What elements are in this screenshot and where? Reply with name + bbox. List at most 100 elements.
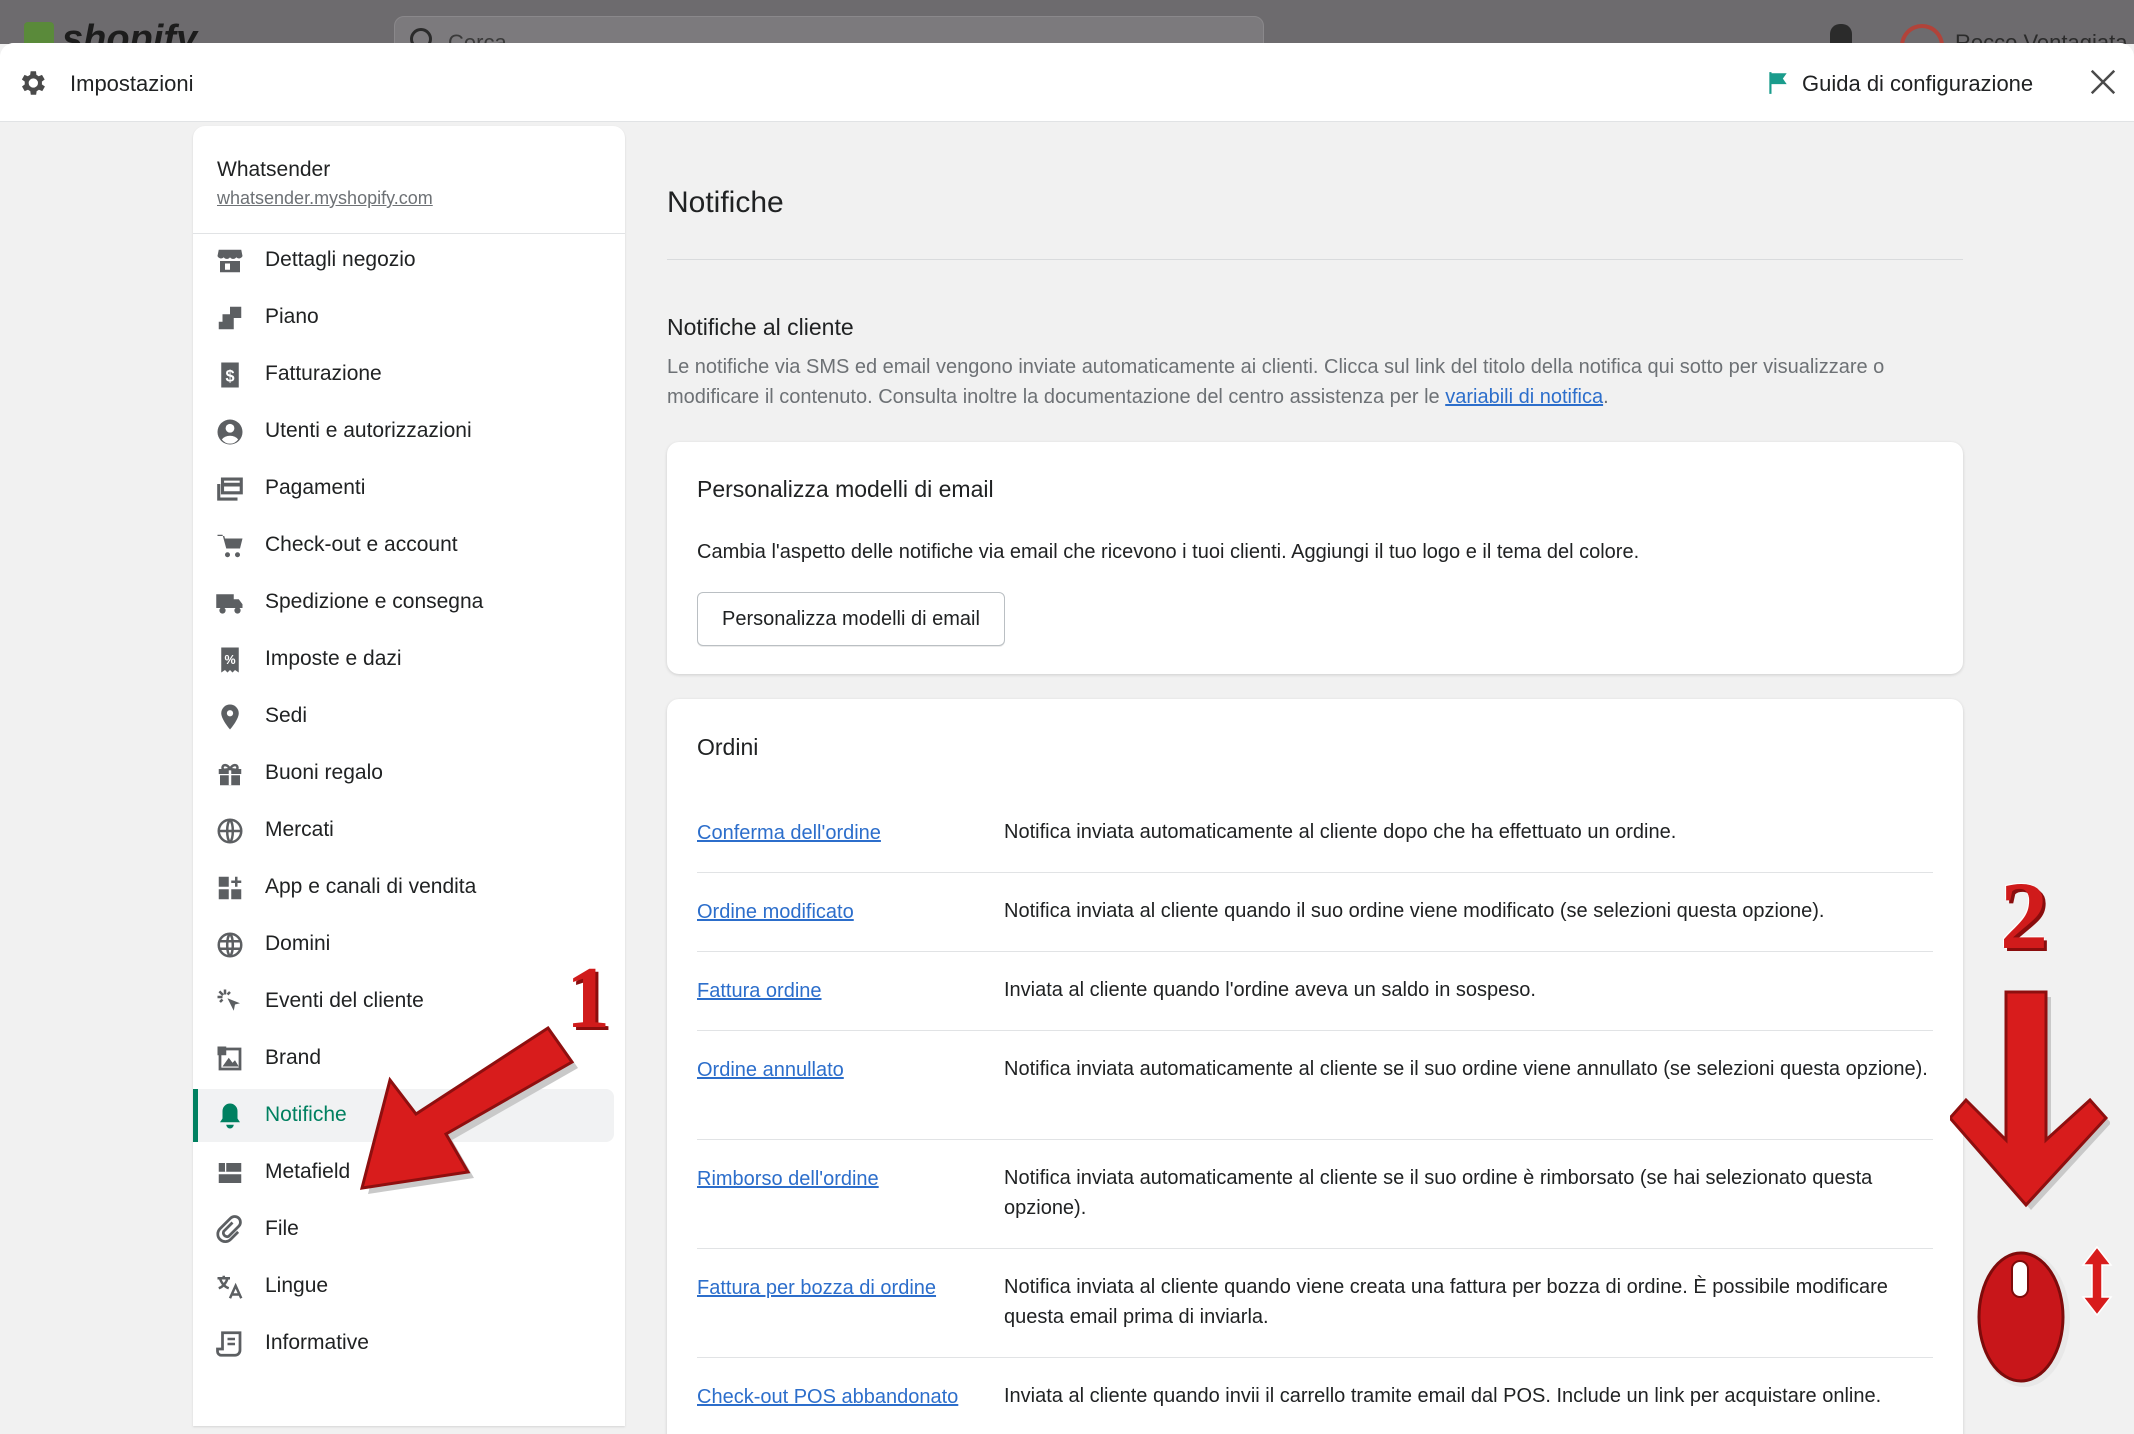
globe-icon	[217, 818, 243, 844]
notification-description: Notifica inviata automaticamente al clie…	[1004, 1167, 1873, 1219]
paperclip-icon	[216, 1215, 242, 1243]
sidebar-item-label: Pagamenti	[265, 476, 366, 499]
list-item: Ordine annullato Notifica inviata automa…	[697, 1031, 1933, 1140]
annotation-step-1: 1	[566, 950, 610, 1047]
sidebar-item-dettagli-negozio[interactable]: Dettagli negozio	[193, 234, 614, 287]
list-item: Ordine modificato Notifica inviata al cl…	[697, 873, 1933, 952]
sidebar-item-checkout[interactable]: Check-out e account	[193, 519, 614, 572]
modal-header: Impostazioni Guida di configurazione	[0, 43, 2134, 122]
sidebar-item-sedi[interactable]: Sedi	[193, 690, 614, 743]
sidebar-item-label: Utenti e autorizzazioni	[265, 419, 472, 442]
sidebar-item-metafield[interactable]: Metafield	[193, 1146, 614, 1199]
sidebar-item-label: Brand	[265, 1046, 322, 1069]
bell-icon	[220, 1103, 240, 1129]
store-url-link[interactable]: whatsender.myshopify.com	[217, 188, 433, 209]
sidebar-item-imposte[interactable]: % Imposte e dazi	[193, 633, 614, 686]
notification-bell-icon[interactable]	[1830, 24, 1852, 44]
notification-link[interactable]: Rimborso dell'ordine	[697, 1168, 879, 1191]
sidebar-item-informative[interactable]: Informative	[193, 1317, 614, 1370]
notification-description: Inviata al cliente quando l'ordine aveva…	[1004, 979, 1536, 1001]
notification-link[interactable]: Fattura per bozza di ordine	[697, 1277, 936, 1300]
user-icon	[217, 419, 243, 445]
sidebar-item-mercati[interactable]: Mercati	[193, 804, 614, 857]
sidebar-item-pagamenti[interactable]: Pagamenti	[193, 462, 614, 515]
sidebar-item-eventi[interactable]: Eventi del cliente	[193, 975, 614, 1028]
sidebar-item-label: Domini	[265, 932, 331, 955]
sidebar-item-fatturazione[interactable]: $ Fatturazione	[193, 348, 614, 401]
notification-link[interactable]: Ordine modificato	[697, 901, 854, 924]
svg-text:$: $	[225, 367, 234, 385]
sidebar-item-label: Sedi	[265, 704, 308, 727]
card-description: Cambia l'aspetto delle notifiche via ema…	[697, 541, 1640, 563]
search-input[interactable]	[394, 16, 1264, 44]
sidebar-item-app[interactable]: App e canali di vendita	[193, 861, 614, 914]
flag-icon	[1769, 72, 1787, 94]
avatar[interactable]	[1900, 24, 1944, 44]
card-title: Personalizza modelli di email	[697, 476, 994, 502]
close-icon[interactable]	[2088, 67, 2118, 97]
notification-description: Inviata al cliente quando invii il carre…	[1004, 1385, 1882, 1407]
notification-description: Notifica inviata automaticamente al clie…	[1004, 1058, 1928, 1080]
notification-variables-link[interactable]: variabili di notifica	[1445, 386, 1603, 408]
policy-icon	[216, 1331, 242, 1357]
notification-link[interactable]: Fattura ordine	[697, 980, 822, 1003]
orders-card: Ordini Conferma dell'ordine Notifica inv…	[667, 699, 1963, 1434]
sidebar-item-lingue[interactable]: Lingue	[193, 1260, 614, 1313]
notification-link[interactable]: Check-out POS abbandonato	[697, 1386, 958, 1409]
language-icon	[217, 1275, 243, 1299]
sidebar-item-label: Fatturazione	[265, 362, 382, 385]
cart-icon	[217, 534, 243, 558]
section-desc-end: .	[1603, 386, 1609, 408]
store-info: Whatsender whatsender.myshopify.com	[193, 126, 625, 234]
gift-icon	[218, 763, 242, 786]
search-icon	[410, 28, 432, 44]
divider	[667, 259, 1963, 260]
sidebar-item-label: Informative	[265, 1331, 369, 1354]
main-content: Notifiche Notifiche al cliente Le notifi…	[667, 126, 1963, 1434]
sidebar-item-brand[interactable]: Brand	[193, 1032, 614, 1085]
setup-guide-link[interactable]: Guida di configurazione	[1802, 71, 2033, 97]
modal-title: Impostazioni	[70, 71, 194, 96]
sidebar-item-spedizione[interactable]: Spedizione e consegna	[193, 576, 614, 629]
sidebar-item-utenti[interactable]: Utenti e autorizzazioni	[193, 405, 614, 458]
user-name[interactable]: Rocco Ventagiata	[1955, 30, 2127, 44]
sidebar-item-label: Eventi del cliente	[265, 989, 424, 1012]
events-icon	[217, 989, 240, 1011]
page-title: Notifiche	[667, 186, 784, 219]
truck-icon	[216, 594, 243, 614]
sidebar-item-label: Spedizione e consegna	[265, 590, 484, 613]
email-templates-card: Personalizza modelli di email Cambia l'a…	[667, 442, 1963, 674]
sidebar-item-domini[interactable]: Domini	[193, 918, 614, 971]
list-item: Fattura ordine Inviata al cliente quando…	[697, 952, 1933, 1031]
billing-icon: $	[221, 362, 239, 388]
sidebar-item-label: Piano	[265, 305, 319, 328]
metafield-icon	[218, 1163, 242, 1183]
notification-description: Notifica inviata al cliente quando il su…	[1004, 900, 1825, 922]
apps-icon	[218, 876, 242, 900]
sidebar-item-piano[interactable]: Piano	[193, 291, 614, 344]
sidebar-item-label: Buoni regalo	[265, 761, 383, 784]
store-name: Whatsender	[217, 158, 331, 181]
notification-description: Notifica inviata automaticamente al clie…	[1004, 821, 1677, 843]
sidebar-item-label: Dettagli negozio	[265, 248, 416, 271]
shopify-topbar: shopify Cerca Rocco Ventagiata	[0, 0, 2134, 44]
sidebar-item-file[interactable]: File	[193, 1203, 614, 1256]
notification-link[interactable]: Conferma dell'ordine	[697, 822, 881, 845]
store-icon	[217, 249, 243, 273]
list-item: Conferma dell'ordine Notifica inviata au…	[697, 794, 1933, 873]
sidebar-item-buoni-regalo[interactable]: Buoni regalo	[193, 747, 614, 800]
plan-icon	[218, 306, 242, 330]
sidebar-item-notifiche[interactable]: Notifiche	[193, 1089, 614, 1142]
payments-icon	[217, 477, 243, 501]
shopify-logo-icon	[24, 22, 54, 44]
list-item: Check-out POS abbandonato Inviata al cli…	[697, 1358, 1933, 1434]
customize-email-templates-button[interactable]: Personalizza modelli di email	[697, 592, 1005, 646]
svg-text:%: %	[224, 653, 235, 667]
sidebar-item-label: Mercati	[265, 818, 334, 841]
settings-sidebar: Whatsender whatsender.myshopify.com Dett…	[193, 126, 625, 1426]
section-title: Notifiche al cliente	[667, 314, 854, 340]
list-item: Rimborso dell'ordine Notifica inviata au…	[697, 1140, 1933, 1249]
tax-icon: %	[221, 647, 239, 673]
sidebar-item-label: Notifiche	[265, 1103, 347, 1126]
notification-link[interactable]: Ordine annullato	[697, 1059, 844, 1082]
